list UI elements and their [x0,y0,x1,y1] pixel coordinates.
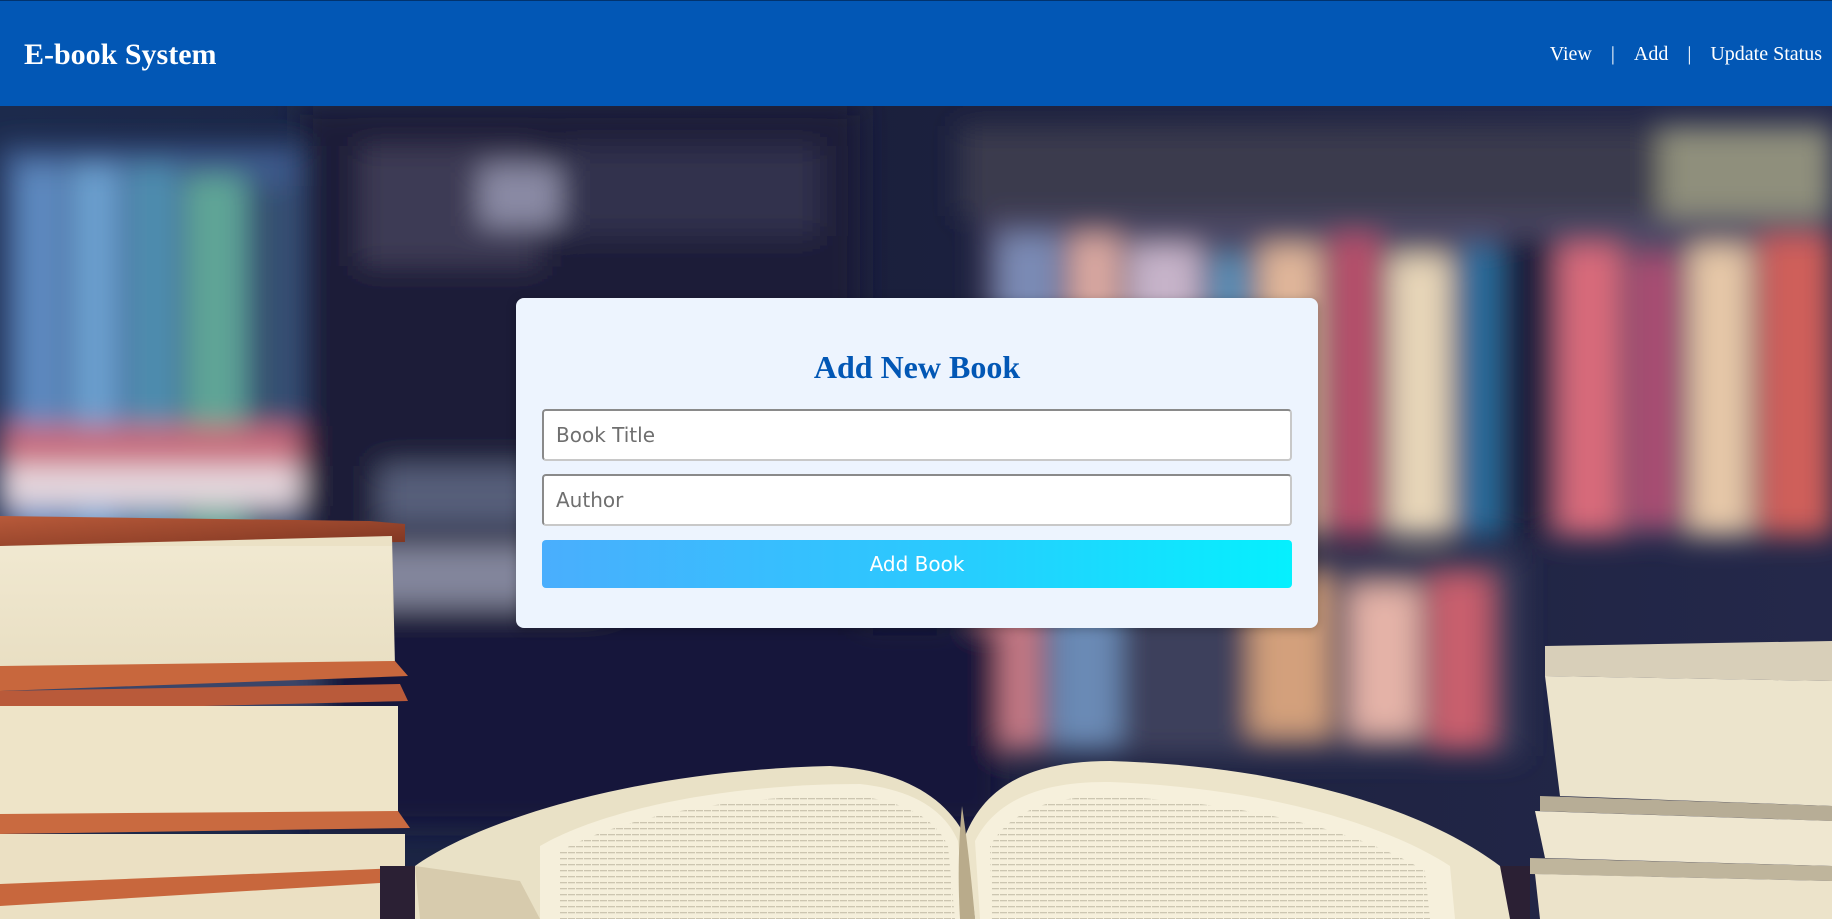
add-book-card: Add New Book Add Book [516,298,1318,628]
nav-separator: | [1610,43,1615,65]
brand-title: E-book System [24,38,217,71]
book-stack-right [1530,641,1832,919]
nav-link-add[interactable]: Add [1634,41,1668,67]
nav-separator: | [1687,43,1692,65]
nav-link-update-status[interactable]: Update Status [1710,41,1822,67]
author-input[interactable] [542,474,1292,526]
page: E-book System View | Add | Update Status [0,0,1832,919]
form-title: Add New Book [813,349,1021,385]
add-book-button[interactable]: Add Book [542,540,1292,588]
book-title-input[interactable] [542,409,1292,461]
nav-link-view[interactable]: View [1550,41,1592,67]
book-stack-left [0,516,412,919]
main-nav: View | Add | Update Status [1550,41,1822,67]
top-navbar: E-book System View | Add | Update Status [0,0,1832,106]
